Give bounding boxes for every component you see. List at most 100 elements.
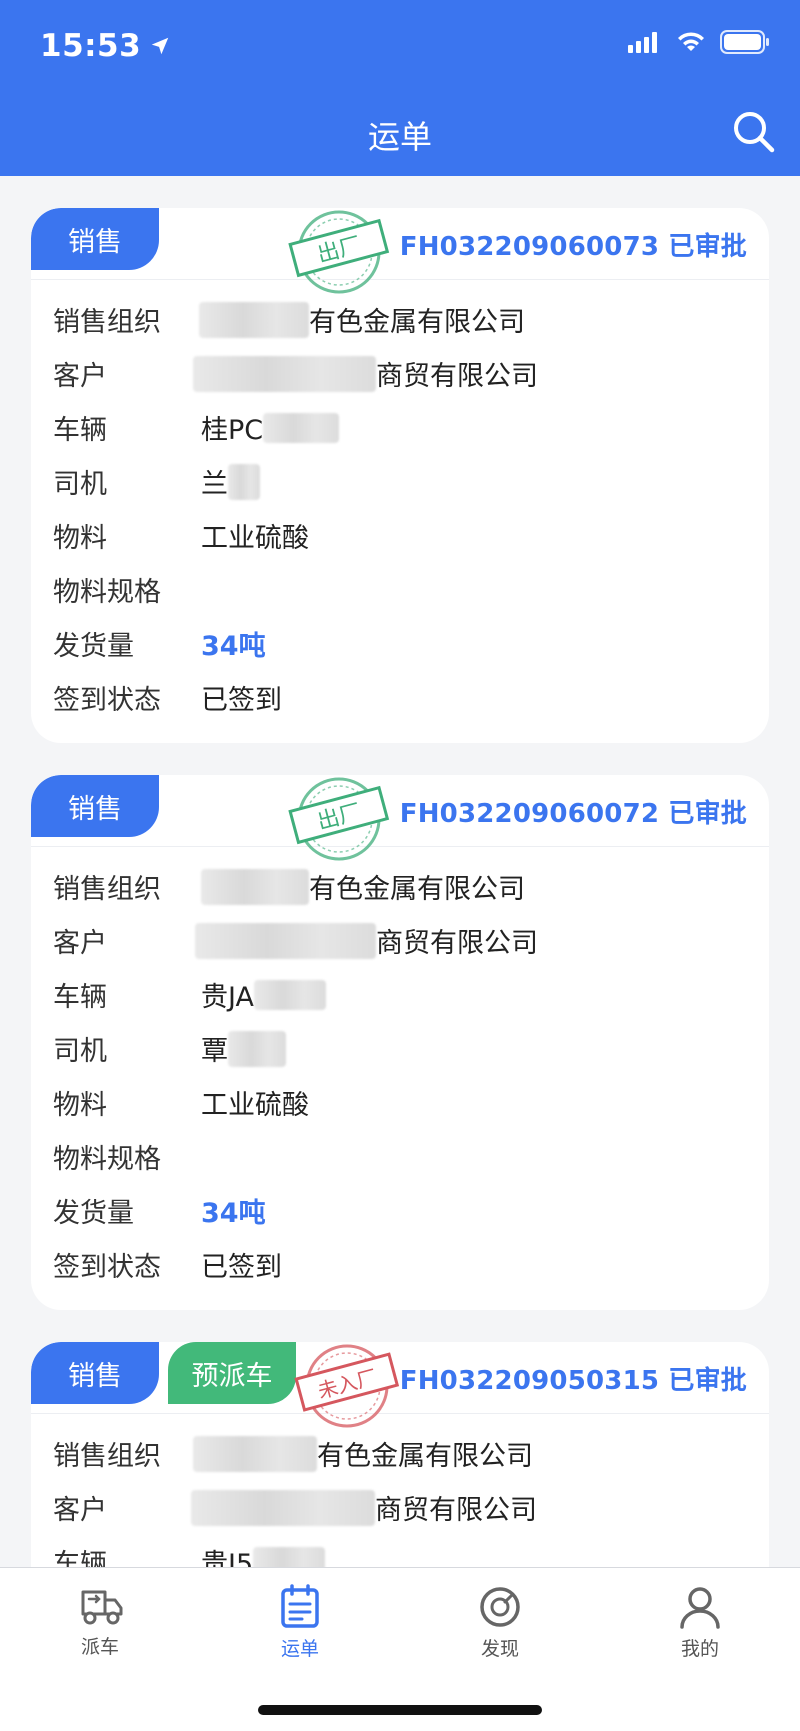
waybill-card[interactable]: 销售 出厂 FH032209060072 已审批 销售组织 有色金属有限公司 客… bbox=[31, 775, 769, 1310]
sale-tag: 销售 bbox=[31, 775, 159, 837]
exit-factory-stamp-icon: 出厂 bbox=[288, 777, 390, 861]
card-tag-bar: 销售 出厂 FH032209060073 已审批 bbox=[31, 208, 769, 294]
redacted-block bbox=[193, 355, 376, 392]
field-vehicle: 车辆 贵JA bbox=[31, 965, 769, 1019]
field-shipment-qty: 发货量 34吨 bbox=[31, 614, 769, 668]
field-label: 签到状态 bbox=[53, 1252, 161, 1283]
redacted-block bbox=[228, 1030, 286, 1067]
tab-label: 运单 bbox=[280, 1638, 319, 1660]
field-label: 物料 bbox=[53, 1090, 107, 1121]
redacted-block bbox=[228, 463, 260, 500]
field-material-spec: 物料规格 bbox=[31, 1127, 769, 1181]
field-value: 贵JA bbox=[201, 982, 254, 1013]
app-header: 15:53 运单 bbox=[0, 0, 800, 176]
sale-tag: 销售 bbox=[31, 208, 159, 270]
field-vehicle: 车辆 桂PC bbox=[31, 398, 769, 452]
compass-icon bbox=[480, 1587, 520, 1627]
tab-mine[interactable]: 我的 bbox=[640, 1584, 760, 1661]
tab-waybill[interactable]: 运单 bbox=[240, 1584, 360, 1661]
field-label: 客户 bbox=[53, 1495, 107, 1526]
field-label: 销售组织 bbox=[53, 307, 161, 338]
field-customer: 客户 商贸有限公司 bbox=[31, 1478, 769, 1532]
field-sales-org: 销售组织 有色金属有限公司 bbox=[31, 290, 769, 344]
field-value: 桂PC bbox=[201, 415, 264, 446]
field-label: 物料规格 bbox=[53, 1144, 161, 1175]
field-value: 兰 bbox=[201, 469, 228, 500]
field-sales-org: 销售组织 有色金属有限公司 bbox=[31, 857, 769, 911]
person-icon bbox=[680, 1587, 720, 1629]
redacted-block bbox=[191, 1489, 375, 1526]
field-driver: 司机 兰 bbox=[31, 452, 769, 506]
sale-tag: 销售 bbox=[31, 1342, 159, 1404]
field-label: 车辆 bbox=[53, 982, 107, 1013]
field-customer: 客户 商贸有限公司 bbox=[31, 911, 769, 965]
field-label: 司机 bbox=[53, 469, 107, 500]
card-tag-bar: 销售 预派车 未入厂 FH032209050315 已审批 bbox=[31, 1342, 769, 1428]
status-icons bbox=[628, 30, 770, 54]
home-indicator[interactable] bbox=[258, 1705, 542, 1715]
field-value: 有色金属有限公司 bbox=[317, 1441, 533, 1472]
field-label: 签到状态 bbox=[53, 685, 161, 716]
field-material: 物料 工业硫酸 bbox=[31, 506, 769, 560]
redacted-block bbox=[199, 301, 309, 338]
exit-factory-stamp-icon: 出厂 bbox=[288, 210, 390, 294]
field-shipment-qty: 发货量 34吨 bbox=[31, 1181, 769, 1235]
field-label: 销售组织 bbox=[53, 1441, 161, 1472]
field-label: 物料规格 bbox=[53, 577, 161, 608]
waybill-card[interactable]: 销售 预派车 未入厂 FH032209050315 已审批 销售组织 有色金属有… bbox=[31, 1342, 769, 1602]
field-value: 工业硫酸 bbox=[201, 1090, 309, 1121]
page-title: 运单 bbox=[367, 118, 432, 156]
location-arrow-icon bbox=[151, 37, 169, 55]
tab-dispatch[interactable]: 派车 bbox=[40, 1584, 160, 1659]
status-time: 15:53 bbox=[40, 28, 171, 64]
redacted-block bbox=[195, 922, 376, 959]
field-label: 客户 bbox=[53, 928, 107, 959]
cellular-signal-icon bbox=[628, 32, 657, 53]
field-sales-org: 销售组织 有色金属有限公司 bbox=[31, 1424, 769, 1478]
tab-label: 发现 bbox=[480, 1638, 519, 1660]
field-value: 已签到 bbox=[201, 685, 282, 716]
field-material: 物料 工业硫酸 bbox=[31, 1073, 769, 1127]
field-value: 工业硫酸 bbox=[201, 523, 309, 554]
field-value: 商贸有限公司 bbox=[376, 361, 538, 392]
field-value: 34吨 bbox=[201, 1198, 266, 1229]
tab-discover[interactable]: 发现 bbox=[440, 1584, 560, 1661]
status-time-text: 15:53 bbox=[40, 28, 142, 64]
search-button[interactable] bbox=[730, 108, 778, 156]
redacted-block bbox=[263, 412, 340, 443]
field-label: 物料 bbox=[53, 523, 107, 554]
redacted-block bbox=[253, 979, 326, 1010]
redacted-block bbox=[201, 868, 309, 905]
field-value: 有色金属有限公司 bbox=[309, 307, 525, 338]
field-value: 覃 bbox=[201, 1036, 228, 1067]
field-value: 34吨 bbox=[201, 631, 266, 662]
card-tag-bar: 销售 出厂 FH032209060072 已审批 bbox=[31, 775, 769, 861]
field-label: 车辆 bbox=[53, 415, 107, 446]
field-value: 已签到 bbox=[201, 1252, 282, 1283]
battery-icon bbox=[720, 30, 769, 54]
field-label: 发货量 bbox=[53, 631, 134, 662]
tab-label: 我的 bbox=[680, 1638, 719, 1660]
pre-dispatch-tag: 预派车 bbox=[168, 1342, 296, 1404]
field-checkin-status: 签到状态 已签到 bbox=[31, 668, 769, 722]
field-label: 发货量 bbox=[53, 1198, 134, 1229]
waybill-card[interactable]: 销售 出厂 FH032209060073 已审批 销售组织 有色金属有限公司 客… bbox=[31, 208, 769, 743]
field-customer: 客户 商贸有限公司 bbox=[31, 344, 769, 398]
document-icon bbox=[281, 1584, 319, 1628]
field-label: 客户 bbox=[53, 361, 107, 392]
field-label: 销售组织 bbox=[53, 874, 161, 905]
field-value: 有色金属有限公司 bbox=[309, 874, 525, 905]
field-driver: 司机 覃 bbox=[31, 1019, 769, 1073]
order-number-status: FH032209060073 已审批 bbox=[399, 232, 747, 262]
search-icon bbox=[734, 112, 775, 153]
field-checkin-status: 签到状态 已签到 bbox=[31, 1235, 769, 1289]
order-number-status: FH032209050315 已审批 bbox=[399, 1366, 747, 1396]
tab-label: 派车 bbox=[80, 1636, 119, 1658]
field-label: 司机 bbox=[53, 1036, 107, 1067]
field-value: 商贸有限公司 bbox=[376, 928, 538, 959]
field-material-spec: 物料规格 bbox=[31, 560, 769, 614]
field-value: 商贸有限公司 bbox=[375, 1495, 537, 1526]
order-number-status: FH032209060072 已审批 bbox=[399, 799, 747, 829]
wifi-icon bbox=[678, 32, 704, 51]
redacted-block bbox=[193, 1435, 317, 1472]
